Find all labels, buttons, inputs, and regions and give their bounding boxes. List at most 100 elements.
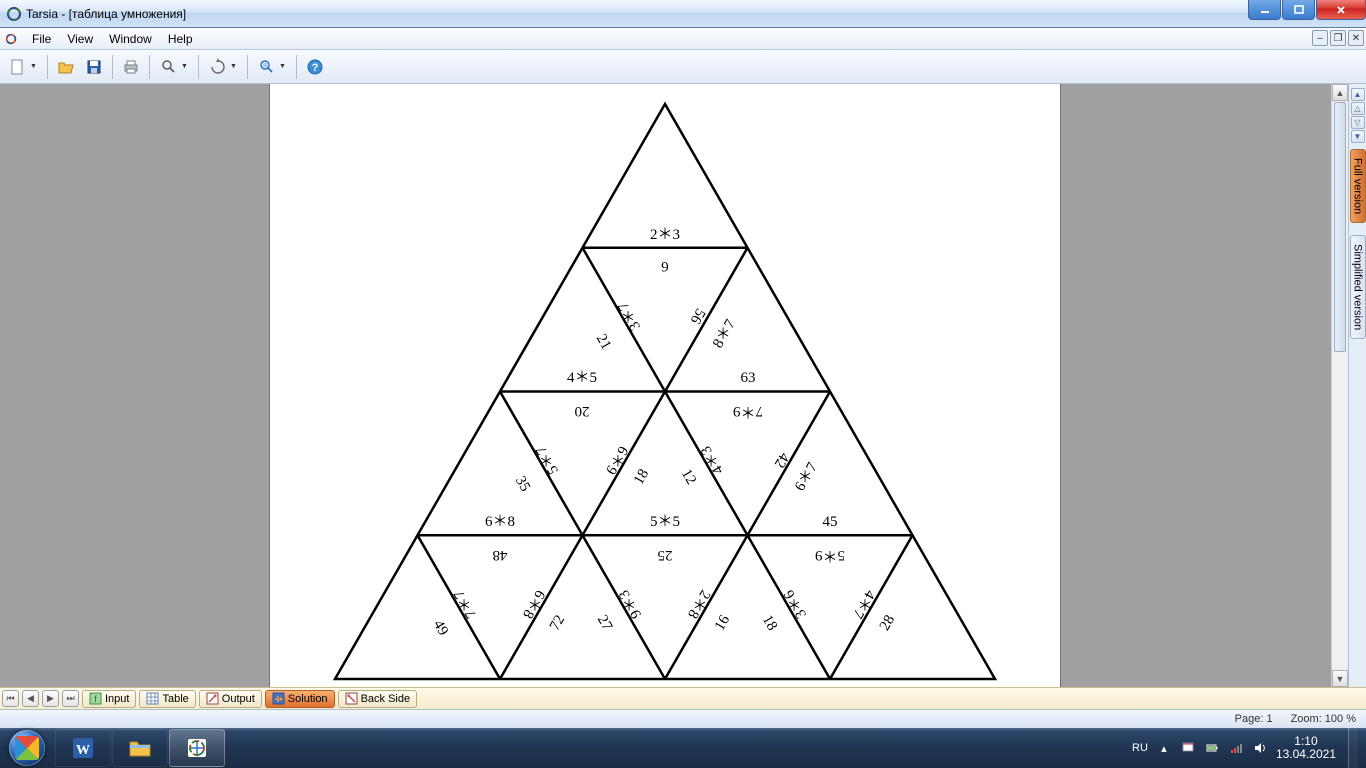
puzzle-label: 5＊9 [815, 547, 845, 563]
side-nav-up2-button[interactable]: △ [1351, 102, 1365, 115]
menu-window[interactable]: Window [101, 30, 160, 48]
puzzle-label: 7＊9 [733, 403, 763, 419]
tray-network-icon[interactable] [1228, 740, 1244, 756]
doc-icon [4, 32, 18, 46]
puzzle-label: 27 [594, 613, 616, 634]
save-button[interactable] [81, 54, 107, 80]
statusbar: Page: 1 Zoom: 100 % [0, 709, 1366, 728]
maximize-button[interactable] [1282, 0, 1315, 20]
tab-nav-next[interactable]: ▶ [42, 690, 59, 707]
toolbar: ▼ ▼ ▼ ▼ ? [0, 50, 1366, 84]
status-zoom: Zoom: 100 % [1291, 713, 1356, 725]
print-button[interactable] [118, 54, 144, 80]
svg-text:?: ? [312, 62, 319, 74]
mdi-minimize-button[interactable]: – [1312, 30, 1328, 46]
show-desktop-button[interactable] [1348, 728, 1358, 768]
puzzle-label: 35 [512, 474, 533, 495]
side-nav-down2-button[interactable]: ▽ [1351, 116, 1365, 129]
tab-output[interactable]: Output [199, 690, 262, 708]
scroll-up-button[interactable]: ▲ [1332, 84, 1348, 101]
puzzle-label: 63 [741, 370, 756, 386]
tray-volume-icon[interactable] [1252, 740, 1268, 756]
side-nav-down-button[interactable]: ▼ [1351, 130, 1365, 143]
scroll-down-button[interactable]: ▼ [1332, 670, 1348, 687]
tab-nav-first[interactable]: ⏮ [2, 690, 19, 707]
puzzle-label: 12 [678, 467, 699, 488]
puzzle-label: 6＊8 [519, 587, 548, 621]
tab-nav-prev[interactable]: ◀ [22, 690, 39, 707]
puzzle-label: 18 [759, 613, 780, 634]
system-tray: RU ▴ 1:10 13.04.2021 [1132, 728, 1366, 768]
vertical-scrollbar[interactable]: ▲ ▼ [1331, 84, 1348, 687]
puzzle-label: 3＊7 [615, 299, 644, 333]
sidetab-simplified-version[interactable]: Simplified version [1350, 235, 1366, 339]
rotate-button[interactable]: ▼ [204, 54, 242, 80]
tray-language[interactable]: RU [1132, 742, 1148, 754]
start-button[interactable] [0, 728, 54, 768]
puzzle-label: 18 [631, 467, 652, 488]
windows-orb-icon [9, 730, 45, 766]
puzzle-label: 5＊5 [650, 514, 680, 530]
menu-file[interactable]: File [24, 30, 59, 48]
tray-chevron-up-icon[interactable]: ▴ [1156, 740, 1172, 756]
mdi-close-button[interactable]: ✕ [1348, 30, 1364, 46]
puzzle-label: 3＊6 [781, 587, 810, 621]
side-nav-up-button[interactable]: ▲ [1351, 88, 1365, 101]
minimize-button[interactable] [1248, 0, 1281, 20]
sidetab-full-version[interactable]: Full version [1350, 149, 1366, 223]
puzzle-label: 9＊3 [616, 587, 645, 621]
page-canvas: 2＊3 4＊5 21 6 3＊7 56 63 8＊7 6＊8 35 20 5＊7… [270, 84, 1060, 687]
open-button[interactable] [53, 54, 79, 80]
status-page: Page: 1 [1235, 713, 1273, 725]
puzzle-label: 45 [823, 514, 838, 530]
puzzle-label: 5＊7 [533, 443, 562, 477]
puzzle-label: 16 [712, 612, 734, 633]
scroll-thumb[interactable] [1334, 102, 1346, 352]
tray-clock[interactable]: 1:10 13.04.2021 [1276, 735, 1336, 761]
puzzle-label: 28 [877, 613, 898, 634]
puzzle-label: 4＊5 [567, 370, 597, 386]
menubar: File View Window Help – ❐ ✕ [0, 28, 1366, 50]
taskbar-explorer-button[interactable] [112, 729, 168, 767]
puzzle-label: 2＊3 [650, 227, 680, 243]
puzzle-label: 4＊3 [698, 443, 727, 477]
workspace: 2＊3 4＊5 21 6 3＊7 56 63 8＊7 6＊8 35 20 5＊7… [0, 84, 1366, 687]
puzzle-label: 21 [593, 332, 614, 353]
tab-nav-last[interactable]: ⏭ [62, 690, 79, 707]
view-tabstrip: ⏮ ◀ ▶ ⏭ fInput Table Output Solution Bac… [0, 687, 1366, 709]
taskbar-word-button[interactable]: W [55, 729, 111, 767]
new-button[interactable]: ▼ [4, 54, 42, 80]
puzzle-label: 48 [493, 547, 508, 563]
app-icon [6, 6, 22, 22]
mdi-restore-button[interactable]: ❐ [1330, 30, 1346, 46]
tab-table[interactable]: Table [139, 690, 195, 708]
zoom-page-button[interactable]: ▼ [253, 54, 291, 80]
tab-solution[interactable]: Solution [265, 690, 335, 708]
puzzle-label: 42 [771, 450, 792, 471]
zoom-button[interactable]: ▼ [155, 54, 193, 80]
help-button[interactable]: ? [302, 54, 328, 80]
tray-battery-icon[interactable] [1204, 740, 1220, 756]
puzzle-label: 6 [661, 258, 669, 274]
titlebar: Tarsia - [таблица умножения] [0, 0, 1366, 28]
puzzle-label: 20 [575, 403, 590, 419]
puzzle-label: 49 [430, 618, 451, 639]
puzzle-label: 8＊7 [710, 317, 739, 351]
puzzle-label: 7＊7 [451, 587, 480, 621]
tray-flag-icon[interactable] [1180, 740, 1196, 756]
puzzle-label: 72 [547, 613, 568, 634]
puzzle-label: 6＊8 [485, 514, 515, 530]
puzzle-label: 4＊7 [849, 587, 878, 621]
puzzle-label: 25 [658, 547, 673, 563]
taskbar-tarsia-button[interactable] [169, 729, 225, 767]
tab-backside[interactable]: Back Side [338, 690, 418, 708]
puzzle-label: 2＊8 [684, 587, 713, 621]
window-title: Tarsia - [таблица умножения] [26, 7, 186, 21]
document-area[interactable]: 2＊3 4＊5 21 6 3＊7 56 63 8＊7 6＊8 35 20 5＊7… [0, 84, 1331, 687]
puzzle-label: 6＊7 [792, 460, 821, 494]
tab-input[interactable]: fInput [82, 690, 136, 708]
menu-help[interactable]: Help [160, 30, 201, 48]
close-button[interactable] [1316, 0, 1366, 20]
menu-view[interactable]: View [59, 30, 101, 48]
side-panel: ▲ △ ▽ ▼ Full version Simplified version [1348, 84, 1366, 687]
